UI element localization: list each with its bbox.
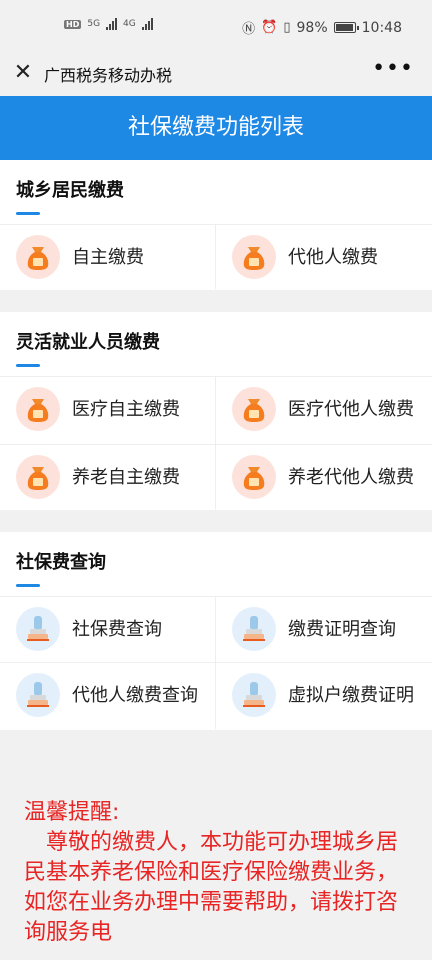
item-label: 代他人缴费查询 xyxy=(72,684,198,706)
stamp-icon xyxy=(16,673,60,717)
vibrate-icon: ▯ xyxy=(283,20,291,35)
section-underline xyxy=(16,364,40,367)
item-grid: 社保费查询 缴费证明查询 代他人缴费查询 虚拟户缴费证明 xyxy=(0,597,432,729)
section-flexible-employment: 灵活就业人员缴费 医疗自主缴费 医疗代他人缴费 养老自主缴费 养老代他人缴费 xyxy=(0,312,432,510)
battery-icon xyxy=(333,22,359,33)
page-title: 社保缴费功能列表 xyxy=(0,96,432,160)
money-bag-icon xyxy=(232,387,276,431)
more-icon[interactable]: ••• xyxy=(372,56,414,81)
status-bar: HD 5G 4G Ⓝ ⏰ ▯ 98% 10:48 xyxy=(0,0,432,52)
section-title: 城乡居民缴费 xyxy=(16,180,124,201)
nav-bar: ✕ 广西税务移动办税 ••• xyxy=(0,52,432,96)
money-bag-icon xyxy=(16,455,60,499)
item-label: 缴费证明查询 xyxy=(288,618,396,640)
reminder-title: 温馨提醒: xyxy=(24,800,120,825)
item-label: 医疗代他人缴费 xyxy=(288,398,414,420)
section-underline xyxy=(16,584,40,587)
item-pension-self-pay[interactable]: 养老自主缴费 xyxy=(0,445,216,509)
stamp-icon xyxy=(232,607,276,651)
nfc-icon: Ⓝ xyxy=(242,22,256,37)
stamp-icon xyxy=(232,673,276,717)
sim1-label: 5G xyxy=(87,19,101,29)
alarm-icon: ⏰ xyxy=(261,20,278,35)
item-others-payment-query[interactable]: 代他人缴费查询 xyxy=(0,663,216,727)
signal-icon-2 xyxy=(141,18,153,30)
item-payment-certificate-query[interactable]: 缴费证明查询 xyxy=(216,597,432,661)
item-pay-for-others[interactable]: 代他人缴费 xyxy=(216,225,432,289)
nav-title: 广西税务移动办税 xyxy=(44,66,173,85)
section-title: 灵活就业人员缴费 xyxy=(16,332,160,353)
money-bag-icon xyxy=(232,235,276,279)
item-label: 社保费查询 xyxy=(72,618,162,640)
item-label: 自主缴费 xyxy=(72,246,144,268)
section-title: 社保费查询 xyxy=(16,552,106,573)
item-label: 代他人缴费 xyxy=(288,246,378,268)
status-right: Ⓝ ⏰ ▯ 98% 10:48 xyxy=(242,18,402,38)
item-self-pay[interactable]: 自主缴费 xyxy=(0,225,216,289)
item-label: 虚拟户缴费证明 xyxy=(288,684,414,706)
money-bag-icon xyxy=(16,235,60,279)
sim2-label: 4G xyxy=(123,19,136,29)
item-medical-self-pay[interactable]: 医疗自主缴费 xyxy=(0,377,216,441)
item-virtual-account-certificate[interactable]: 虚拟户缴费证明 xyxy=(216,663,432,727)
item-label: 养老自主缴费 xyxy=(72,466,180,488)
reminder-notice: 温馨提醒: 尊敬的缴费人，本功能可办理城乡居民基本养老保险和医疗保险缴费业务，如… xyxy=(0,760,432,960)
stamp-icon xyxy=(16,607,60,651)
battery-percent: 98% xyxy=(296,19,328,36)
item-label: 医疗自主缴费 xyxy=(72,398,180,420)
signal-icon xyxy=(106,18,118,30)
item-social-security-query[interactable]: 社保费查询 xyxy=(0,597,216,661)
status-left: HD 5G 4G xyxy=(64,18,153,30)
item-label: 养老代他人缴费 xyxy=(288,466,414,488)
item-medical-pay-for-others[interactable]: 医疗代他人缴费 xyxy=(216,377,432,441)
section-residents: 城乡居民缴费 自主缴费 代他人缴费 xyxy=(0,160,432,290)
item-pension-pay-for-others[interactable]: 养老代他人缴费 xyxy=(216,445,432,509)
reminder-body: 尊敬的缴费人，本功能可办理城乡居民基本养老保险和医疗保险缴费业务，如您在业务办理… xyxy=(24,830,399,945)
clock: 10:48 xyxy=(361,19,402,36)
hd-badge: HD xyxy=(64,19,82,29)
item-grid: 自主缴费 代他人缴费 xyxy=(0,225,432,289)
section-underline xyxy=(16,212,40,215)
section-query: 社保费查询 社保费查询 缴费证明查询 代他人缴费查询 虚拟户缴费证明 xyxy=(0,532,432,730)
money-bag-icon xyxy=(16,387,60,431)
close-icon[interactable]: ✕ xyxy=(10,60,36,86)
money-bag-icon xyxy=(232,455,276,499)
item-grid: 医疗自主缴费 医疗代他人缴费 养老自主缴费 养老代他人缴费 xyxy=(0,377,432,509)
